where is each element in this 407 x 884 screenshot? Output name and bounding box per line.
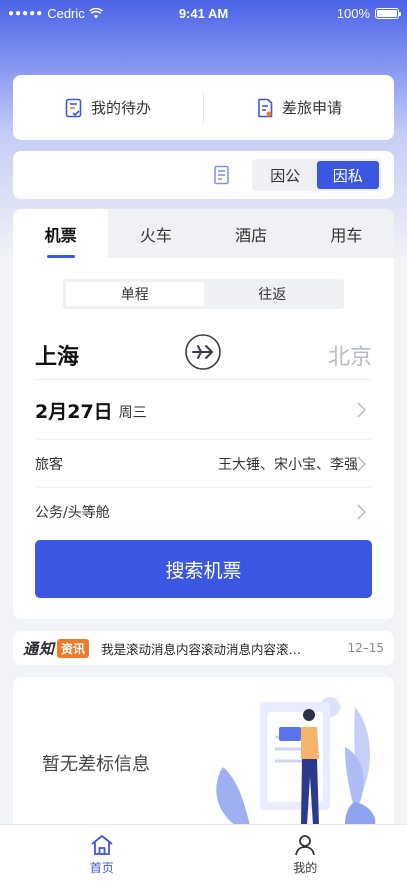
mode-private-option[interactable]: 因私 <box>317 161 380 189</box>
battery-percent: 100% <box>337 6 370 21</box>
date-row[interactable]: 2月27日 周三 <box>35 379 372 440</box>
todo-icon <box>65 98 83 118</box>
search-flights-button[interactable]: 搜索机票 <box>35 540 372 598</box>
tab-car[interactable]: 用车 <box>299 209 394 258</box>
notice-date: 12–15 <box>347 641 384 655</box>
tabbar-home[interactable]: 首页 <box>0 825 204 884</box>
notice-badge: 资讯 <box>57 639 89 658</box>
notice-logo-text: 通知 <box>23 638 55 659</box>
passenger-label: 旅客 <box>35 454 63 474</box>
trip-type-toggle: 单程 往返 <box>63 279 344 309</box>
policy-empty-text: 暂无差标信息 <box>42 750 150 776</box>
departure-date: 2月27日 <box>35 397 113 424</box>
business-private-toggle: 因公 因私 <box>252 159 381 191</box>
tabbar-profile[interactable]: 我的 <box>204 825 407 884</box>
chevron-right-icon <box>357 504 366 520</box>
battery-icon <box>375 8 399 19</box>
travel-request-label: 差旅申请 <box>282 97 342 118</box>
my-todo-button[interactable]: 我的待办 <box>13 97 203 118</box>
travel-request-button[interactable]: 差旅申请 <box>204 97 394 118</box>
empty-state-illustration <box>205 687 380 827</box>
my-todo-label: 我的待办 <box>91 97 151 118</box>
notice-logo: 通知 资讯 <box>23 638 89 659</box>
tabbar-profile-label: 我的 <box>293 859 317 876</box>
plane-swap-icon[interactable] <box>184 333 222 371</box>
chevron-right-icon <box>357 402 366 418</box>
quick-actions-card: 我的待办 差旅申请 <box>13 75 394 140</box>
booking-card: 机票 火车 酒店 用车 单程 往返 上海 北京 2月27日 周三 旅客 王大锤、… <box>13 209 394 619</box>
travel-request-icon <box>256 98 274 118</box>
tab-hotel[interactable]: 酒店 <box>204 209 299 258</box>
tab-flight[interactable]: 机票 <box>13 209 108 258</box>
bottom-tab-bar: 首页 我的 <box>0 824 407 884</box>
document-icon[interactable] <box>213 165 231 185</box>
departure-weekday: 周三 <box>119 402 147 422</box>
one-way-option[interactable]: 单程 <box>66 282 204 306</box>
chevron-right-icon <box>357 456 366 472</box>
mode-business-option[interactable]: 因公 <box>254 161 317 189</box>
passenger-row[interactable]: 旅客 王大锤、宋小宝、李强 <box>35 439 372 488</box>
cabin-row[interactable]: 公务/头等舱 <box>35 487 372 536</box>
tabbar-home-label: 首页 <box>90 859 114 876</box>
home-icon <box>90 834 114 856</box>
mode-card: 因公 因私 <box>13 151 394 199</box>
tab-train[interactable]: 火车 <box>108 209 203 258</box>
cabin-class: 公务/头等舱 <box>35 502 110 522</box>
travel-policy-card: 暂无差标信息 <box>13 677 394 827</box>
profile-icon <box>294 834 316 856</box>
passenger-names: 王大锤、宋小宝、李强 <box>218 454 358 474</box>
status-bar: ●●●●● Cedric 9:41 AM 100% <box>0 0 407 28</box>
city-selector: 上海 北京 <box>35 331 372 375</box>
notice-message: 我是滚动消息内容滚动消息内容滚动消息内容 <box>101 639 309 658</box>
departure-city[interactable]: 上海 <box>35 339 79 371</box>
arrival-city[interactable]: 北京 <box>328 339 372 371</box>
booking-tabs: 机票 火车 酒店 用车 <box>13 209 394 258</box>
notice-bar[interactable]: 通知 资讯 我是滚动消息内容滚动消息内容滚动消息内容 12–15 <box>13 631 394 665</box>
round-trip-option[interactable]: 往返 <box>204 282 342 306</box>
